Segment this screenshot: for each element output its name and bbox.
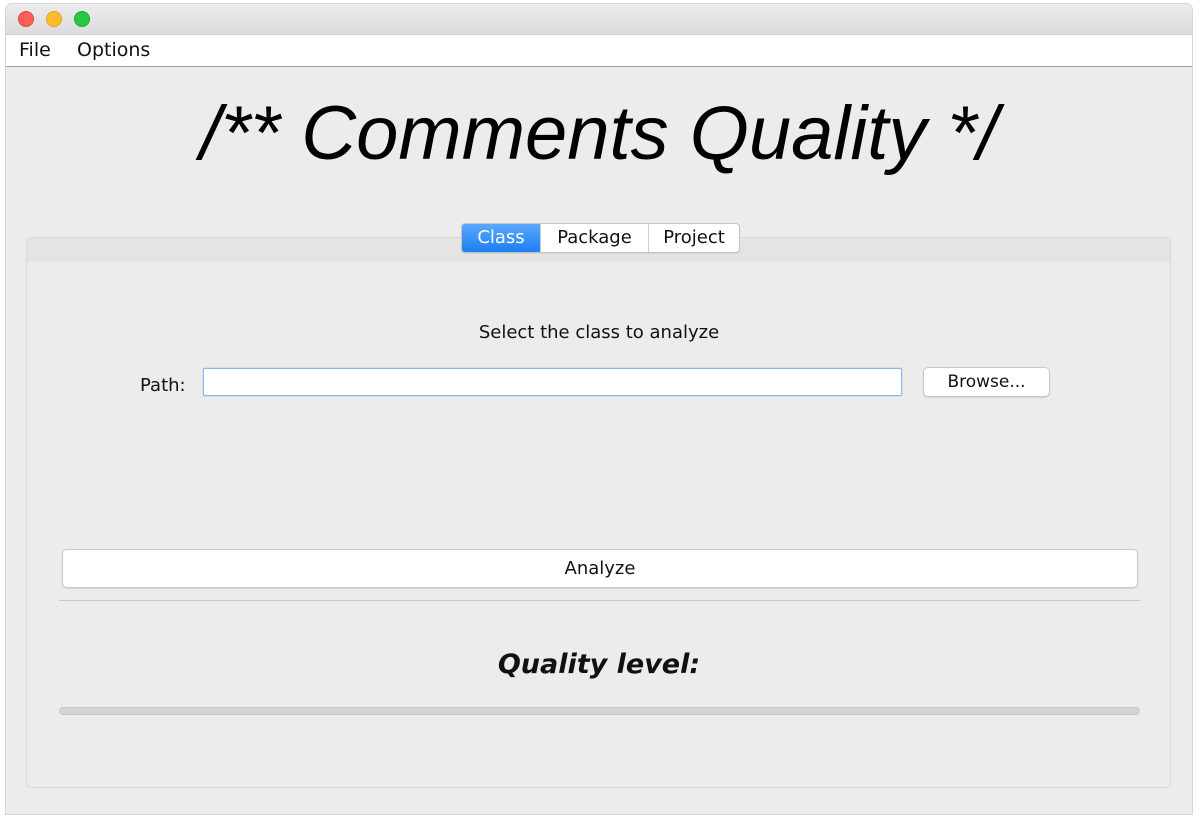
browse-button[interactable]: Browse... xyxy=(923,367,1050,397)
tab-class[interactable]: Class xyxy=(462,224,541,252)
menu-bar: File Options xyxy=(6,35,1192,67)
menu-file[interactable]: File xyxy=(19,39,51,61)
tab-project[interactable]: Project xyxy=(649,224,739,252)
app-title: /** Comments Quality */ xyxy=(199,91,999,176)
app-window: File Options /** Comments Quality */ Cla… xyxy=(6,4,1192,814)
quality-progress-bar xyxy=(59,707,1140,715)
separator xyxy=(59,600,1140,601)
title-bar xyxy=(6,4,1192,35)
analyze-button[interactable]: Analyze xyxy=(62,549,1138,588)
tab-content-panel xyxy=(26,237,1171,788)
close-window-button[interactable] xyxy=(18,11,34,27)
instruction-text: Select the class to analyze xyxy=(478,322,720,343)
menu-options[interactable]: Options xyxy=(77,39,150,61)
quality-level-label: Quality level: xyxy=(497,649,701,680)
path-label: Path: xyxy=(140,375,186,396)
path-input[interactable] xyxy=(203,368,902,396)
maximize-window-button[interactable] xyxy=(74,11,90,27)
tab-bar: Class Package Project xyxy=(461,223,740,253)
minimize-window-button[interactable] xyxy=(46,11,62,27)
tab-package[interactable]: Package xyxy=(541,224,649,252)
